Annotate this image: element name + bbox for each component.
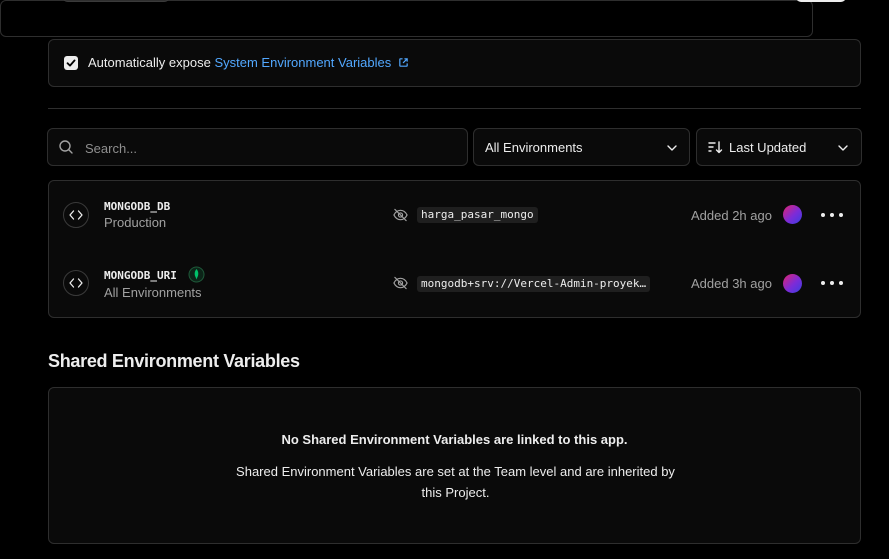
auto-expose-text: Automatically expose (88, 55, 211, 70)
mongodb-leaf-icon (188, 266, 205, 283)
row-divider (49, 249, 860, 250)
system-env-vars-link-text: System Environment Variables (214, 55, 392, 70)
environment-select-value: All Environments (485, 140, 583, 155)
env-var-name: MONGODB_DB (104, 200, 171, 213)
environment-select[interactable]: All Environments (473, 128, 690, 166)
auto-expose-label: Automatically expose System Environment … (88, 55, 409, 70)
env-vars-list: MONGODB_DB Production harga_pasar_mongo … (48, 180, 861, 318)
env-var-added: Added 3h ago (691, 276, 772, 291)
sort-select[interactable]: Last Updated (696, 128, 862, 166)
previous-section-input[interactable] (62, 0, 170, 2)
shared-env-vars-card: No Shared Environment Variables are link… (48, 387, 861, 544)
eye-off-icon[interactable] (393, 208, 408, 222)
code-icon (63, 202, 89, 228)
empty-state-description: Shared Environment Variables are set at … (236, 464, 675, 500)
env-var-added: Added 2h ago (691, 208, 772, 223)
external-link-icon (399, 58, 408, 67)
system-env-vars-link[interactable]: System Environment Variables (214, 55, 408, 70)
section-divider (48, 108, 861, 109)
env-var-row[interactable]: MONGODB_URI All Environments mongodb+srv… (49, 250, 860, 318)
chevron-down-icon (667, 145, 677, 151)
env-var-value[interactable]: mongodb+srv://Vercel-Admin-proyek… (417, 276, 651, 292)
search-icon (59, 140, 73, 154)
auto-expose-card: Automatically expose System Environment … (48, 39, 861, 87)
code-icon (63, 270, 89, 296)
more-horizontal-icon[interactable] (821, 207, 843, 223)
eye-off-icon[interactable] (393, 276, 408, 290)
avatar[interactable] (783, 274, 802, 293)
chevron-down-icon (838, 145, 848, 151)
search-input[interactable] (83, 137, 457, 159)
checkmark-icon (66, 59, 76, 67)
env-var-name: MONGODB_URI (104, 269, 177, 282)
sort-icon (708, 141, 723, 154)
previous-section-card (0, 0, 813, 37)
avatar[interactable] (783, 205, 802, 224)
env-var-environment: All Environments (104, 285, 202, 300)
sort-select-value: Last Updated (729, 140, 807, 155)
empty-state-title: No Shared Environment Variables are link… (281, 432, 628, 447)
auto-expose-checkbox[interactable] (64, 56, 78, 70)
search-box[interactable] (47, 128, 468, 166)
shared-env-vars-heading: Shared Environment Variables (48, 351, 300, 371)
env-var-environment: Production (104, 215, 167, 230)
previous-section-button[interactable] (796, 0, 846, 2)
more-horizontal-icon[interactable] (821, 275, 843, 291)
env-var-row[interactable]: MONGODB_DB Production harga_pasar_mongo … (49, 181, 860, 249)
env-var-value[interactable]: harga_pasar_mongo (417, 207, 538, 223)
